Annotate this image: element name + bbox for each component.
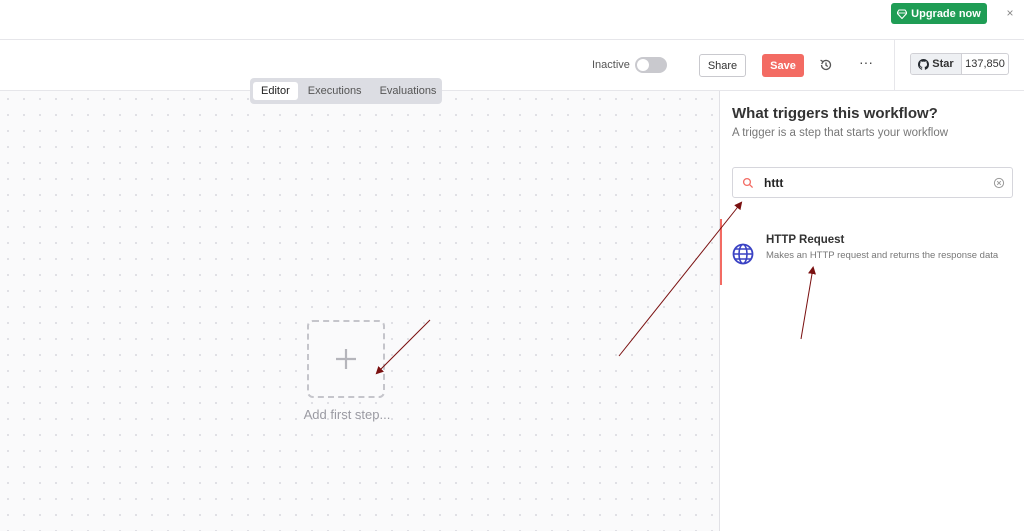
plus-icon [336, 349, 356, 369]
history-icon[interactable] [818, 57, 834, 73]
clear-search-icon[interactable] [993, 177, 1005, 189]
save-button[interactable]: Save [762, 54, 804, 77]
search-icon [742, 177, 754, 189]
app-window: Upgrade now × Inactive Share Save ··· St… [0, 0, 1024, 531]
top-banner: Upgrade now × [0, 0, 1024, 40]
search-box[interactable] [732, 167, 1013, 198]
header-divider [894, 40, 895, 91]
add-first-step-button[interactable] [307, 320, 385, 398]
panel-subtitle: A trigger is a step that starts your wor… [732, 127, 949, 139]
panel-title: What triggers this workflow? [732, 105, 938, 122]
result-title: HTTP Request [766, 234, 845, 246]
add-first-step-label: Add first step... [303, 407, 391, 422]
github-star-button[interactable]: Star 137,850 [910, 53, 1009, 75]
upgrade-now-label: Upgrade now [911, 7, 981, 20]
list-item[interactable]: HTTP Request Makes an HTTP request and r… [720, 219, 1024, 285]
tab-editor[interactable]: Editor [253, 82, 298, 100]
more-options-icon[interactable]: ··· [858, 55, 874, 73]
toggle-knob [637, 59, 649, 71]
active-toggle[interactable] [635, 57, 667, 73]
diamond-icon [897, 8, 908, 19]
github-star-count: 137,850 [965, 58, 1005, 70]
globe-icon [732, 243, 754, 265]
view-tabs: Editor Executions Evaluations [250, 78, 442, 104]
active-status-label: Inactive [592, 59, 630, 71]
share-button[interactable]: Share [699, 54, 746, 77]
upgrade-now-button[interactable]: Upgrade now [891, 3, 987, 24]
workflow-canvas[interactable] [0, 91, 719, 531]
selected-marker [720, 219, 722, 285]
github-star-label: Star [932, 58, 954, 70]
search-input[interactable] [764, 176, 984, 190]
github-star-left: Star [911, 54, 962, 74]
github-icon [918, 58, 930, 70]
close-banner-icon[interactable]: × [1004, 6, 1016, 20]
result-description: Makes an HTTP request and returns the re… [766, 250, 999, 261]
trigger-panel: What triggers this workflow? A trigger i… [719, 91, 1024, 531]
workflow-header: Inactive Share Save ··· Star 137,850 [0, 40, 1024, 91]
tab-evaluations[interactable]: Evaluations [372, 82, 445, 100]
tab-executions[interactable]: Executions [300, 82, 370, 100]
